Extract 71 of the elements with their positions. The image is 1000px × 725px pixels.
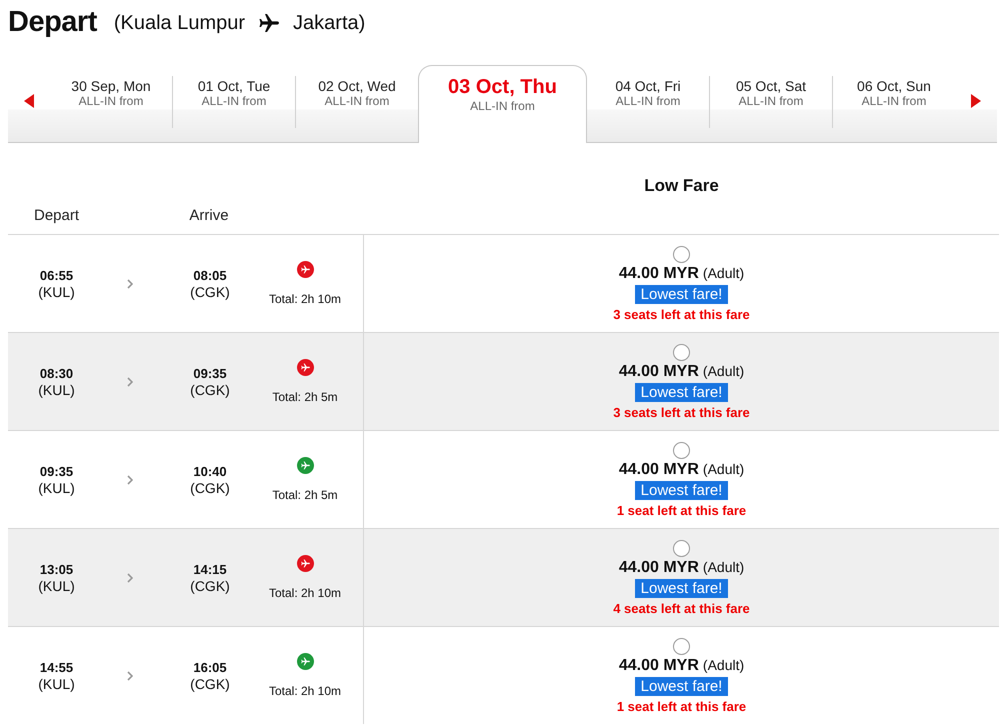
departure-time: 06:55 <box>40 268 74 284</box>
passenger-type: (Adult) <box>702 656 744 672</box>
arrival-time: 10:40 <box>193 464 227 480</box>
departure-airport: (KUL) <box>38 676 75 692</box>
passenger-type: (Adult) <box>702 558 744 574</box>
fare-radio[interactable] <box>673 246 690 262</box>
passenger-type: (Adult) <box>702 460 744 476</box>
departure-airport: (KUL) <box>38 578 75 594</box>
seats-left-text: 3 seats left at this fare <box>613 404 750 420</box>
column-header: Arrive <box>189 206 229 226</box>
date-tab[interactable]: 05 Oct, Sat ALL-IN from <box>710 65 832 142</box>
arrival-airport: (CGK) <box>190 676 230 692</box>
fare-badge: Lowest fare! <box>634 480 728 500</box>
seats-left-text: 1 seat left at this fare <box>616 502 746 518</box>
triangle-left-icon <box>24 94 34 108</box>
fare-badge: Lowest fare! <box>634 578 728 598</box>
departure-airport: (KUL) <box>38 284 75 300</box>
fare-badge: Lowest fare! <box>634 382 728 402</box>
passenger-type: (Adult) <box>702 362 744 378</box>
page-title: Depart <box>8 5 97 40</box>
date-tab[interactable]: 03 Oct, Thu ALL-IN from <box>418 65 587 143</box>
departure-time: 13:05 <box>40 562 74 578</box>
fare-price: 44.00 MYR <box>618 264 699 282</box>
seats-left-text: 4 seats left at this fare <box>613 600 750 616</box>
duration-text: Total: 2h 5m <box>272 488 338 502</box>
fare-badge: Lowest fare! <box>634 676 728 696</box>
arrival-time: 14:15 <box>193 562 227 578</box>
date-tab[interactable]: 02 Oct, Wed ALL-IN from <box>296 65 418 142</box>
passenger-type: (Adult) <box>702 264 744 280</box>
arrival-airport: (CGK) <box>190 382 230 398</box>
seats-left-text: 1 seat left at this fare <box>616 698 746 714</box>
departure-time: 08:30 <box>40 366 74 382</box>
date-tab[interactable]: 04 Oct, Fri ALL-IN from <box>587 65 709 142</box>
date-tab[interactable]: 06 Oct, Sun ALL-IN from <box>833 65 955 142</box>
chevron-right-icon <box>127 670 133 680</box>
fare-price: 44.00 MYR <box>618 558 699 576</box>
route-origin-text: (Kuala Lumpur <box>114 11 246 36</box>
arrival-airport: (CGK) <box>190 480 230 496</box>
chevron-right-icon <box>127 474 133 484</box>
chevron-right-icon <box>127 278 133 288</box>
duration-text: Total: 2h 10m <box>268 292 342 306</box>
date-tab[interactable]: 30 Sep, Mon ALL-IN from <box>50 65 172 142</box>
fare-radio[interactable] <box>673 344 690 360</box>
departure-airport: (KUL) <box>38 382 75 398</box>
departure-time: 14:55 <box>40 660 74 676</box>
fare-radio[interactable] <box>673 638 690 654</box>
duration-text: Total: 2h 10m <box>268 684 342 698</box>
date-tab[interactable]: 01 Oct, Tue ALL-IN from <box>173 65 295 142</box>
departure-time: 09:35 <box>40 464 74 480</box>
fare-badge: Lowest fare! <box>634 284 728 304</box>
fare-radio[interactable] <box>673 540 690 556</box>
arrival-time: 16:05 <box>193 660 227 676</box>
arrival-time: 08:05 <box>193 268 227 284</box>
fare-price: 44.00 MYR <box>618 460 699 478</box>
duration-text: Total: 2h 5m <box>272 390 338 404</box>
arrival-time: 09:35 <box>193 366 227 382</box>
plane-icon <box>259 14 280 32</box>
route-destination-text: Jakarta) <box>293 11 366 36</box>
column-header: Depart <box>34 206 80 226</box>
arrival-airport: (CGK) <box>190 578 230 594</box>
departure-airport: (KUL) <box>38 480 75 496</box>
chevron-right-icon <box>127 572 133 582</box>
duration-text: Total: 2h 10m <box>268 586 342 600</box>
seats-left-text: 3 seats left at this fare <box>613 306 750 322</box>
arrival-airport: (CGK) <box>190 284 230 300</box>
chevron-right-icon <box>127 376 133 386</box>
fare-price: 44.00 MYR <box>618 362 699 380</box>
fare-price: 44.00 MYR <box>618 656 699 674</box>
column-header: Low Fare <box>644 176 719 196</box>
fare-radio[interactable] <box>673 442 690 458</box>
triangle-right-icon <box>971 94 981 108</box>
